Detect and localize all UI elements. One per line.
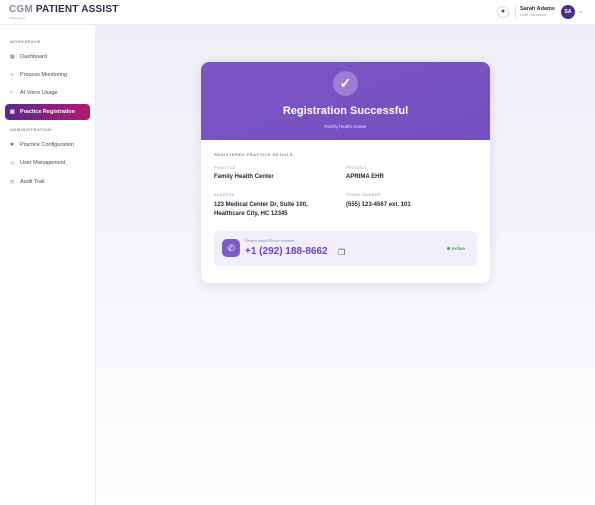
status-dot (447, 247, 450, 251)
sidebar-item-audit-trail[interactable]: ◷ Audit Trail (5, 174, 90, 190)
product-label: PRODUCT (346, 166, 367, 170)
product-value: APRIMA EHR (346, 174, 384, 180)
avatar[interactable]: SA (561, 5, 575, 19)
user-name[interactable]: Sarah Adams (520, 6, 555, 12)
card-title: Registration Successful (282, 105, 409, 117)
copy-icon[interactable]: ❐ (338, 248, 345, 257)
sidebar-item-ai-voice-usage[interactable]: ≈ AI Voice Usage (5, 85, 90, 101)
assist-phone-label: Patient Assist Phone Number (245, 239, 295, 243)
wave-icon: ≈ (10, 90, 13, 96)
address-line-1: 123 Medical Center Dr, Suite 100, (214, 202, 308, 208)
address-label: ADDRESS (214, 193, 235, 197)
header-divider (515, 6, 516, 19)
section-label-workspace: WORKSPACE (10, 39, 41, 44)
phone-icon: ✆ (222, 239, 240, 257)
sidebar-item-label: Dashboard (20, 54, 47, 60)
sidebar-item-dashboard[interactable]: ▦ Dashboard (5, 49, 90, 65)
sidebar-item-practice-configuration[interactable]: ✱ Practice Configuration (5, 137, 90, 153)
pulse-icon: ∿ (10, 72, 15, 78)
registration-success-card: ✓ Registration Successful Family Health … (201, 62, 490, 283)
sidebar-item-practice-registration[interactable]: ▤ Practice Registration (5, 104, 90, 120)
settings-icon: ✱ (10, 142, 15, 148)
sidebar-item-label: Audit Trail (20, 179, 45, 185)
assist-phone-number: +1 (292) 188-8662 (245, 246, 328, 257)
sidebar-item-label: AI Voice Usage (20, 90, 58, 96)
sidebar-item-process-monitoring[interactable]: ∿ Process Monitoring (5, 67, 90, 83)
sidebar: WORKSPACE ▦ Dashboard ∿ Process Monitori… (0, 25, 96, 505)
address-line-2: Healthcare City, HC 12345 (214, 211, 288, 217)
users-icon: ☺ (10, 160, 16, 166)
brand-logo[interactable]: CGM PATIENT ASSIST (9, 4, 119, 15)
sidebar-item-label: Process Monitoring (20, 72, 68, 78)
clock-icon: ◷ (10, 179, 15, 185)
check-icon: ✓ (333, 71, 358, 96)
card-header: ✓ Registration Successful Family Health … (201, 62, 490, 140)
chevron-down-icon[interactable]: ⌄ (578, 8, 583, 15)
status-text: Active (451, 246, 466, 251)
sidebar-item-label: Practice Registration (20, 109, 76, 115)
user-role: CGM Operations (520, 13, 547, 17)
grid-icon: ▦ (10, 54, 15, 60)
phone-label: PHONE NUMBER (346, 193, 381, 197)
phone-value: (555) 123-4567 ext. 101 (346, 202, 411, 208)
practice-label: PRACTICE (214, 166, 236, 170)
practice-value: Family Health Center (214, 174, 274, 180)
details-section-title: REGISTERED PRACTICE DETAILS (214, 152, 293, 157)
status-badge: Active (447, 246, 465, 251)
assist-phone-box: ✆ Patient Assist Phone Number +1 (292) 1… (214, 231, 477, 266)
clipboard-icon: ▤ (10, 109, 15, 115)
sidebar-item-label: Practice Configuration (20, 142, 75, 148)
sidebar-item-user-management[interactable]: ☺ User Management (5, 155, 90, 171)
brand-prefix: CGM (9, 4, 33, 15)
card-subtitle: Family Health Center (324, 124, 367, 129)
brand-subtitle: Wake Agent (9, 16, 26, 20)
brand-name: PATIENT ASSIST (35, 4, 119, 15)
bell-icon[interactable]: ● (497, 6, 509, 18)
top-bar: CGM PATIENT ASSIST Wake Agent ● Sarah Ad… (0, 0, 595, 25)
sidebar-item-label: User Management (20, 160, 66, 166)
section-label-administration: ADMINISTRATION (10, 127, 52, 132)
